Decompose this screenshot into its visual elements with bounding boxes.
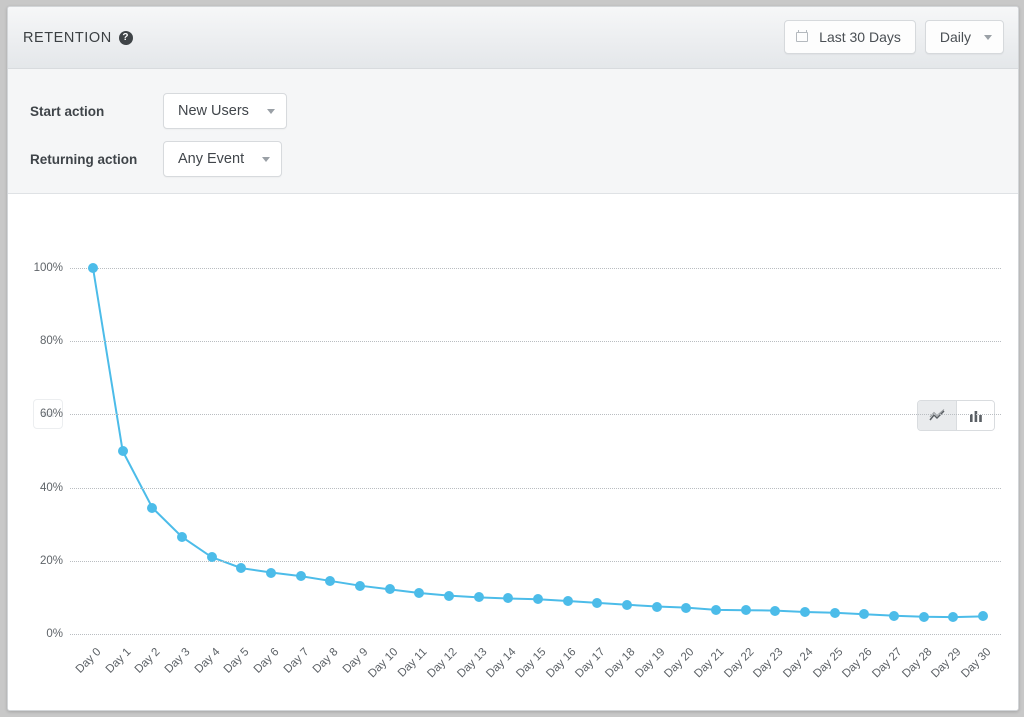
retention-card: RETENTION ? Last 30 Days Daily Start act…	[7, 6, 1019, 711]
data-point[interactable]	[622, 599, 632, 610]
data-point[interactable]	[88, 263, 98, 273]
data-point[interactable]	[829, 607, 840, 618]
chevron-down-icon	[984, 34, 992, 40]
data-point[interactable]	[266, 567, 276, 578]
start-action-label: Start action	[30, 103, 105, 119]
chevron-down-icon	[262, 156, 271, 162]
chart-panel: 0% 20% 40% 60% 80% 100% Day 0 Day 1 Day 2 Day 3 Da…	[8, 194, 1018, 710]
data-point[interactable]	[177, 532, 187, 542]
data-point[interactable]	[444, 590, 454, 601]
gridline	[70, 487, 1001, 489]
data-point[interactable]	[770, 605, 781, 616]
y-axis-tick-label: 0%	[46, 628, 63, 640]
returning-action-row: Returning action Any Event	[30, 135, 1018, 183]
data-point[interactable]	[711, 604, 721, 615]
y-axis-tick-label: 60%	[39, 408, 63, 421]
data-point[interactable]	[295, 571, 306, 582]
card-header: RETENTION ? Last 30 Days Daily	[8, 7, 1018, 69]
chevron-down-icon	[266, 108, 275, 114]
y-axis-tick-label: 100%	[33, 262, 63, 274]
app-root: RETENTION ? Last 30 Days Daily Start act…	[0, 0, 1024, 717]
start-action-value: New Users	[178, 103, 249, 119]
returning-action-label: Returning action	[30, 151, 138, 167]
data-point[interactable]	[562, 596, 573, 607]
data-point[interactable]	[384, 584, 395, 595]
data-point[interactable]	[206, 552, 217, 563]
y-axis-tick-label: 20%	[39, 554, 63, 567]
data-point[interactable]	[681, 602, 692, 613]
data-point[interactable]	[889, 610, 899, 621]
date-range-button[interactable]: Last 30 Days	[784, 20, 916, 54]
retention-line-chart: 0% 20% 40% 60% 80% 100% Day 0 Day 1 Day 2 Day 3 Da…	[8, 194, 1018, 704]
data-point[interactable]	[740, 605, 751, 616]
data-point[interactable]	[918, 611, 929, 622]
date-range-label: Last 30 Days	[819, 29, 901, 45]
gridline	[70, 268, 1001, 269]
gridline	[70, 341, 1001, 343]
data-point[interactable]	[800, 607, 810, 618]
chart-svg	[92, 267, 984, 619]
data-point[interactable]	[117, 446, 128, 456]
returning-action-value: Any Event	[178, 151, 245, 167]
help-circle-icon[interactable]: ?	[118, 30, 133, 45]
granularity-dropdown[interactable]: Daily	[924, 20, 1004, 54]
y-axis-tick-label: 80%	[39, 335, 63, 348]
gridline	[70, 634, 1001, 635]
page-title: RETENTION ?	[23, 30, 133, 46]
granularity-label: Daily	[939, 29, 971, 45]
y-axis-tick-label: 40%	[39, 481, 63, 494]
retention-line	[92, 267, 984, 619]
data-point[interactable]	[355, 580, 365, 591]
returning-action-dropdown[interactable]: Any Event	[163, 141, 283, 177]
filter-bar: Start action New Users Returning action …	[8, 69, 1018, 194]
gridline	[70, 414, 1001, 416]
page-title-text: RETENTION	[23, 29, 112, 46]
data-point[interactable]	[651, 601, 662, 612]
header-controls: Last 30 Days Daily	[784, 20, 1004, 54]
start-action-row: Start action New Users	[30, 87, 1018, 135]
calendar-icon	[796, 30, 810, 44]
start-action-dropdown[interactable]: New Users	[163, 93, 287, 129]
